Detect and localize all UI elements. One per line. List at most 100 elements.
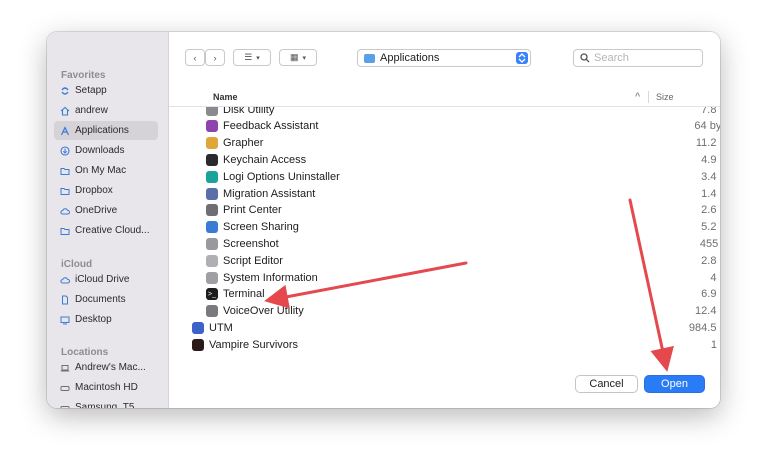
sidebar-item-andrew[interactable]: andrew bbox=[54, 101, 158, 120]
app-icon: >_ bbox=[206, 288, 218, 301]
sidebar: Favorites Setapp andrew Applications Downloa… bbox=[47, 32, 169, 408]
list-view-icon: ☰ bbox=[244, 52, 253, 62]
size-column-header[interactable]: Size bbox=[656, 92, 674, 102]
app-icon bbox=[206, 305, 218, 318]
sidebar-item-downloads[interactable]: Downloads bbox=[54, 141, 158, 160]
list-item[interactable]: Script Editor 2.8 MB bbox=[169, 252, 720, 269]
sidebar-item-applications[interactable]: Applications bbox=[54, 121, 158, 140]
sidebar-item-macintosh-hd[interactable]: Macintosh HD bbox=[54, 378, 158, 397]
sidebar-item-label: Applications bbox=[75, 125, 129, 136]
file-name: System Information bbox=[223, 271, 318, 284]
cloud-icon bbox=[60, 206, 70, 216]
location-popup[interactable]: Applications bbox=[357, 49, 531, 67]
main-pane: ‹ › ☰ ▾ ▦ ▾ Applications Search Name ^ S… bbox=[169, 32, 720, 408]
file-size: 6.9 MB bbox=[701, 288, 720, 301]
list-item[interactable]: Keychain Access 4.9 MB bbox=[169, 151, 720, 168]
cancel-button[interactable]: Cancel bbox=[575, 375, 638, 393]
open-file-dialog: Favorites Setapp andrew Applications Downloa… bbox=[47, 32, 720, 408]
sidebar-item-label: Setapp bbox=[75, 85, 107, 96]
sidebar-section-header: Locations bbox=[61, 347, 109, 358]
file-name: VoiceOver Utility bbox=[223, 305, 304, 318]
chevron-down-icon: ▾ bbox=[302, 54, 307, 62]
app-icon bbox=[206, 204, 218, 217]
file-size: 984.5 MB bbox=[688, 321, 720, 334]
search-input[interactable] bbox=[594, 52, 694, 64]
chevron-left-icon: ‹ bbox=[193, 52, 197, 63]
sidebar-item-label: Documents bbox=[75, 294, 126, 305]
sidebar-item-icloud-drive[interactable]: iCloud Drive bbox=[54, 270, 158, 289]
sidebar-item-label: Samsung_T5 bbox=[75, 402, 135, 408]
file-name: Logi Options Uninstaller bbox=[223, 170, 340, 183]
list-item[interactable]: UTM 984.5 MB bbox=[169, 319, 720, 336]
list-item[interactable]: Screen Sharing 5.2 MB bbox=[169, 219, 720, 236]
sidebar-item-dropbox[interactable]: Dropbox bbox=[54, 181, 158, 200]
forward-button[interactable]: › bbox=[205, 49, 225, 66]
app-icon bbox=[192, 338, 204, 351]
file-size: 1.4 MB bbox=[701, 187, 720, 200]
sidebar-item-label: OneDrive bbox=[75, 205, 118, 216]
list-item[interactable]: Grapher 11.2 MB bbox=[169, 135, 720, 152]
sidebar-item-documents[interactable]: Documents bbox=[54, 290, 158, 309]
sidebar-item-label: Creative Cloud... bbox=[75, 225, 150, 236]
sidebar-item-label: Dropbox bbox=[75, 185, 113, 196]
sidebar-item-desktop[interactable]: Desktop bbox=[54, 310, 158, 329]
list-item[interactable]: Vampire Survivors 1 GB bbox=[169, 336, 720, 353]
list-item[interactable]: Logi Options Uninstaller 3.4 MB bbox=[169, 168, 720, 185]
desktop-icon bbox=[60, 315, 70, 325]
sidebar-item-onedrive[interactable]: OneDrive bbox=[54, 201, 158, 220]
chevron-right-icon: › bbox=[213, 52, 217, 63]
group-view-button[interactable]: ▦ ▾ bbox=[279, 49, 317, 66]
list-item[interactable]: Screenshot 455 KB bbox=[169, 235, 720, 252]
sidebar-item-creative-cloud[interactable]: Creative Cloud... bbox=[54, 221, 158, 240]
sidebar-item-andrew-s-mac[interactable]: Andrew's Mac... bbox=[54, 358, 158, 377]
file-size: 5.2 MB bbox=[701, 221, 720, 234]
app-icon bbox=[206, 254, 218, 267]
sidebar-item-samsung-t5[interactable]: Samsung_T5 bbox=[54, 398, 158, 408]
list-item[interactable]: Disk Utility 7.8 MB bbox=[169, 107, 720, 118]
name-column-header[interactable]: Name bbox=[213, 92, 238, 102]
list-view-button[interactable]: ☰ ▾ bbox=[233, 49, 271, 66]
sidebar-item-on-my-mac[interactable]: On My Mac bbox=[54, 161, 158, 180]
sidebar-item-label: Macintosh HD bbox=[75, 382, 138, 393]
file-name: Vampire Survivors bbox=[209, 338, 299, 351]
back-button[interactable]: ‹ bbox=[185, 49, 205, 66]
location-label: Applications bbox=[380, 52, 440, 64]
file-name: Script Editor bbox=[223, 254, 283, 267]
file-size: 2.6 MB bbox=[701, 204, 720, 217]
list-item[interactable]: >_ Terminal 6.9 MB bbox=[169, 286, 720, 303]
toolbar: ‹ › ☰ ▾ ▦ ▾ Applications bbox=[169, 32, 720, 84]
list-item[interactable]: System Information 4 MB bbox=[169, 269, 720, 286]
file-name: UTM bbox=[209, 321, 233, 334]
cloud-icon bbox=[60, 275, 70, 285]
drive-icon bbox=[60, 383, 70, 393]
file-name: Feedback Assistant bbox=[223, 120, 319, 133]
laptop-icon bbox=[60, 363, 70, 373]
app-icon bbox=[206, 237, 218, 250]
file-name: Screenshot bbox=[223, 237, 279, 250]
grid-view-icon: ▦ bbox=[289, 52, 299, 62]
chevron-down-icon: ▾ bbox=[256, 54, 260, 62]
home-icon bbox=[60, 106, 70, 116]
app-icon bbox=[206, 153, 218, 166]
document-icon bbox=[60, 295, 70, 305]
app-icon bbox=[206, 107, 218, 116]
sidebar-section-header: Favorites bbox=[61, 70, 106, 81]
sidebar-item-setapp[interactable]: Setapp bbox=[54, 81, 158, 100]
sidebar-section-header: iCloud bbox=[61, 259, 93, 270]
file-size: 7.8 MB bbox=[701, 107, 720, 116]
search-field[interactable] bbox=[573, 49, 703, 67]
open-button[interactable]: Open bbox=[644, 375, 705, 393]
file-size: 64 bytes bbox=[694, 120, 720, 133]
file-size: 455 KB bbox=[699, 237, 720, 250]
list-item[interactable]: Feedback Assistant 64 bytes bbox=[169, 118, 720, 135]
folder-icon bbox=[364, 53, 375, 63]
search-icon bbox=[580, 53, 590, 63]
app-icon bbox=[206, 187, 218, 200]
list-item[interactable]: VoiceOver Utility 12.4 MB bbox=[169, 303, 720, 320]
file-name: Grapher bbox=[223, 137, 264, 150]
column-divider[interactable] bbox=[648, 91, 649, 103]
file-size: 2.8 MB bbox=[701, 254, 720, 267]
column-header: Name ^ Size bbox=[169, 88, 720, 107]
list-item[interactable]: Print Center 2.6 MB bbox=[169, 202, 720, 219]
list-item[interactable]: Migration Assistant 1.4 MB bbox=[169, 185, 720, 202]
